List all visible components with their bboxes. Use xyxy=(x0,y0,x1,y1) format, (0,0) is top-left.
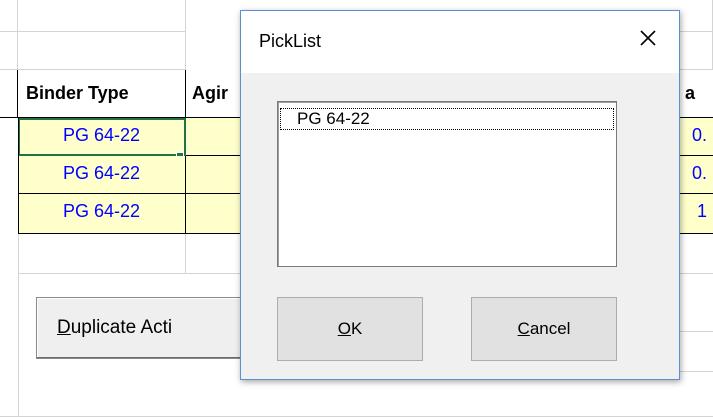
grid-cell[interactable] xyxy=(0,0,18,32)
grid-cell[interactable] xyxy=(0,374,713,417)
grid-cell[interactable] xyxy=(18,0,186,32)
picklist-listbox[interactable]: PG 64-22 xyxy=(277,101,617,267)
grid-cell[interactable] xyxy=(0,32,18,70)
grid-cell[interactable] xyxy=(18,234,186,274)
cancel-label: ancel xyxy=(529,319,571,338)
ok-label: K xyxy=(350,319,363,338)
row-border xyxy=(18,118,19,234)
aging-cell-2[interactable] xyxy=(186,156,246,194)
binder-cell-1[interactable]: PG 64-22 xyxy=(18,118,186,156)
aging-cell-3[interactable] xyxy=(186,194,246,234)
dialog-titlebar[interactable]: PickList xyxy=(241,11,679,73)
picklist-dialog: PickList PG 64-22 OK Cancel xyxy=(240,10,680,380)
cancel-mnemonic: C xyxy=(517,319,530,338)
header-aging[interactable]: Agir xyxy=(186,70,246,118)
list-item[interactable]: PG 64-22 xyxy=(280,108,614,130)
aging-cell-1[interactable] xyxy=(186,118,246,156)
grid-line xyxy=(18,234,19,417)
ok-mnemonic: O xyxy=(337,319,351,338)
grid-cell[interactable] xyxy=(18,32,186,70)
duplicate-action-button[interactable]: Duplicate Acti xyxy=(36,297,266,359)
grid-cell[interactable] xyxy=(0,70,18,118)
cancel-button[interactable]: Cancel xyxy=(471,297,617,361)
close-icon[interactable] xyxy=(633,23,663,53)
binder-cell-3[interactable]: PG 64-22 xyxy=(18,194,186,234)
binder-cell-2[interactable]: PG 64-22 xyxy=(18,156,186,194)
header-binder-type[interactable]: Binder Type xyxy=(18,70,186,118)
ok-button[interactable]: OK xyxy=(277,297,423,361)
duplicate-label: uplicate Acti xyxy=(70,317,173,338)
grid-cell[interactable] xyxy=(186,234,246,274)
dialog-title: PickList xyxy=(259,31,322,51)
duplicate-mnemonic: D xyxy=(57,317,71,338)
